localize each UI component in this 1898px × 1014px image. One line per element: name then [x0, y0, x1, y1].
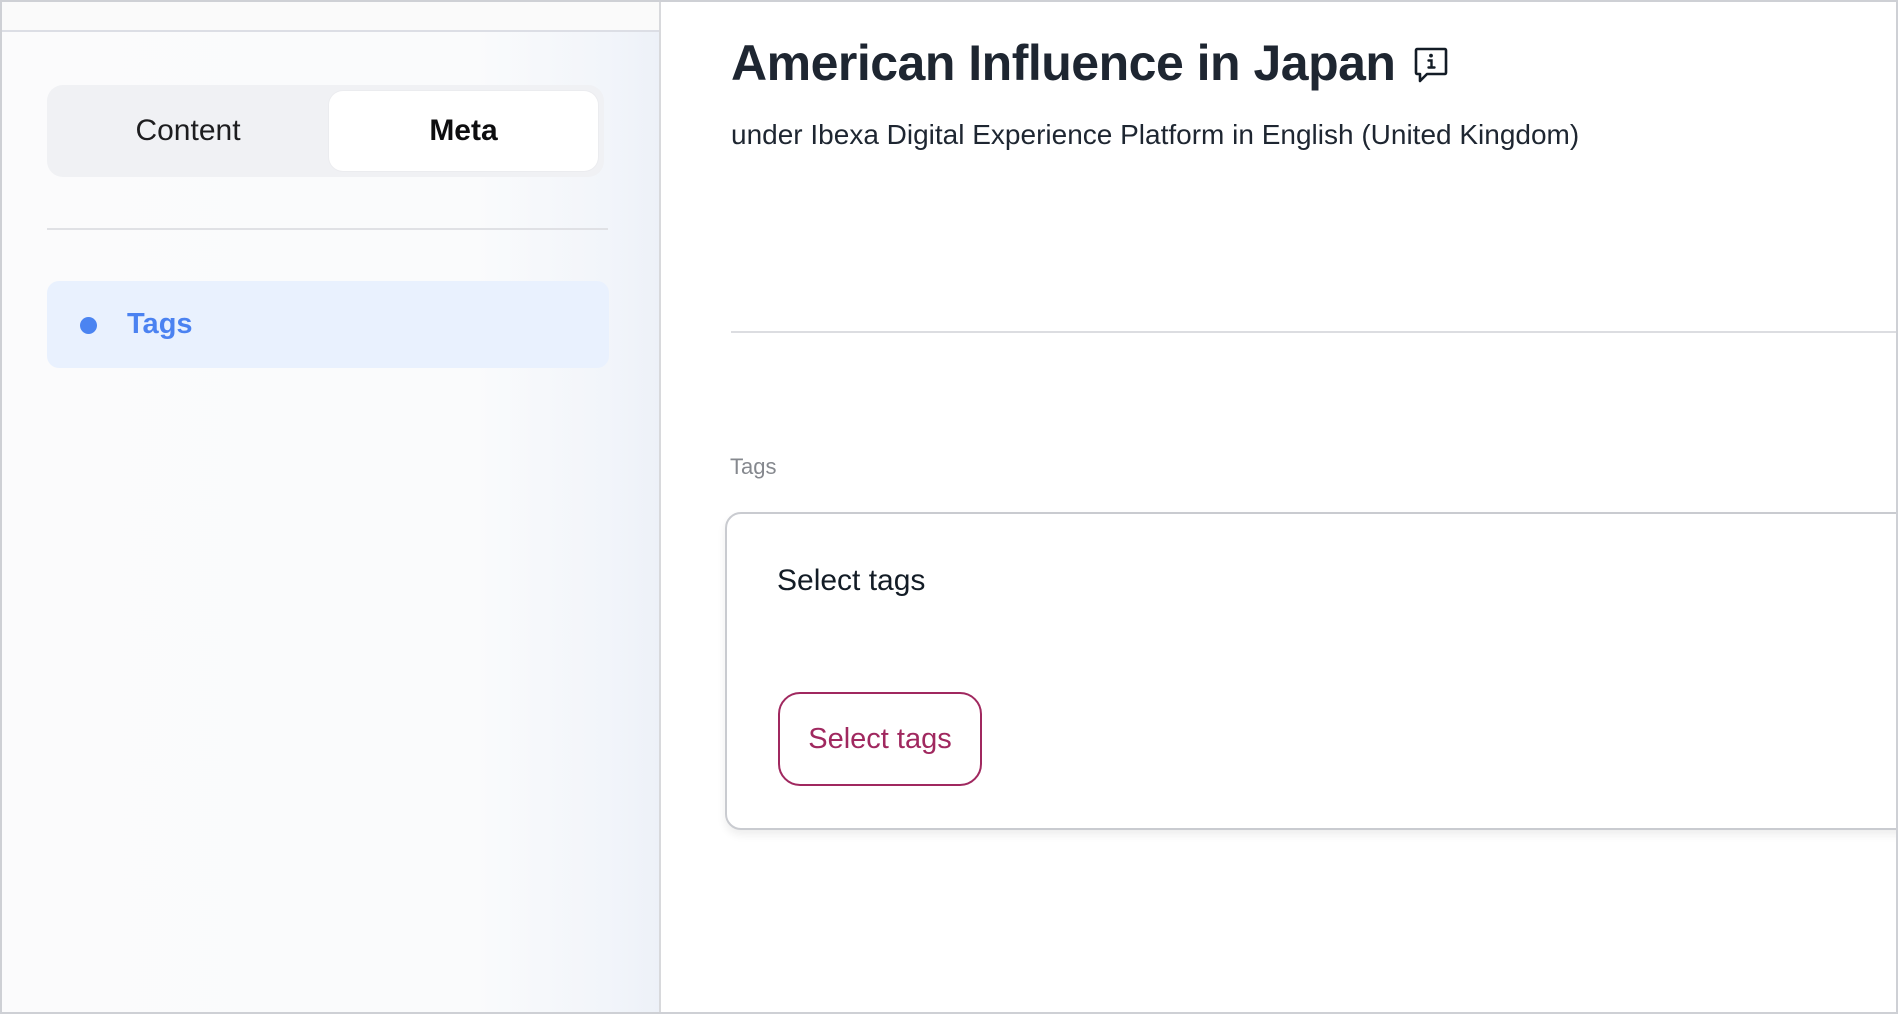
sidebar-item-tags[interactable]: Tags — [47, 281, 609, 368]
tags-field-label: Select tags — [777, 564, 925, 598]
content-meta-tab-group: Content Meta — [47, 85, 604, 177]
main-panel: American Influence in Japan under Ibexa … — [663, 2, 1896, 1012]
select-tags-button[interactable]: Select tags — [778, 692, 982, 786]
field-group-label-tags: Tags — [730, 454, 776, 480]
content-edit-screen: Content Meta Tags American Influence in … — [0, 0, 1898, 1014]
tab-content[interactable]: Content — [47, 85, 329, 177]
tab-content-label: Content — [135, 114, 240, 148]
info-tooltip-icon[interactable] — [1414, 47, 1448, 85]
tags-field-card: Select tags Select tags — [725, 512, 1898, 830]
page-title: American Influence in Japan — [731, 35, 1395, 93]
header-divider — [731, 331, 1896, 333]
tab-meta-label: Meta — [429, 114, 497, 148]
active-dot-icon — [80, 317, 97, 334]
sidebar-item-tags-label: Tags — [127, 308, 193, 341]
sidebar-divider — [47, 228, 608, 230]
sidebar: Content Meta Tags — [2, 2, 661, 1012]
tab-meta[interactable]: Meta — [329, 91, 598, 171]
page-subtitle: under Ibexa Digital Experience Platform … — [731, 119, 1579, 151]
sidebar-top-strip — [2, 2, 659, 32]
page-title-row: American Influence in Japan — [731, 35, 1448, 93]
